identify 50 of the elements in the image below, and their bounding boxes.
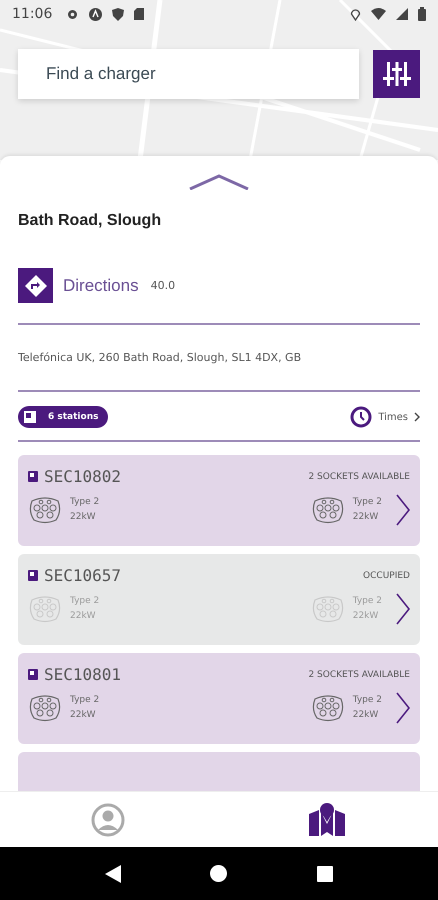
socket-info: Type 2 22kW [70, 694, 100, 722]
socket-info: Type 2 22kW [352, 694, 382, 722]
back-icon[interactable] [104, 864, 121, 882]
station-card[interactable]: SEC10657 OCCUPIED Type 2 22kW Type 2 22kW [18, 554, 420, 645]
socket-info: Type 2 22kW [70, 595, 100, 623]
chevron-right-icon[interactable] [396, 593, 410, 625]
chevron-right-icon[interactable] [396, 494, 410, 526]
battery-icon [418, 7, 426, 21]
sd-card-icon [134, 8, 144, 20]
directions-link[interactable]: Directions [63, 276, 139, 296]
plug-socket-icon [28, 693, 62, 723]
plug-socket-icon [310, 594, 345, 624]
shield-icon [112, 8, 124, 20]
home-icon[interactable] [210, 865, 228, 882]
chevron-up-icon[interactable] [189, 174, 249, 190]
station-id: SEC10657 [44, 566, 122, 585]
plug-socket-icon [310, 693, 345, 723]
station-status: OCCUPIED [363, 570, 410, 580]
plug-socket-icon [28, 495, 62, 525]
clock-icon[interactable] [350, 406, 372, 428]
signal-icon [396, 8, 408, 20]
stations-badge[interactable]: 6 stations [18, 406, 108, 428]
app-icon [89, 8, 102, 20]
station-card[interactable]: SEC10802 2 SOCKETS AVAILABLE Type 2 22kW Type 2 22kW [18, 455, 420, 546]
search-field[interactable]: Find a charger [18, 49, 359, 99]
map-icon[interactable] [307, 802, 347, 838]
filter-button[interactable] [373, 50, 420, 98]
station-id: SEC10801 [44, 665, 122, 684]
recents-icon[interactable] [317, 866, 334, 882]
plug-socket-icon [28, 594, 62, 624]
station-id: SEC10802 [44, 467, 122, 486]
station-card[interactable]: SEC10801 2 SOCKETS AVAILABLE Type 2 22kW Type 2 22kW [18, 653, 420, 744]
wifi-icon [371, 8, 386, 20]
socket-info: Type 2 22kW [352, 496, 382, 524]
distance: 40.0 [150, 279, 176, 292]
directions-icon[interactable] [18, 268, 53, 303]
status-time: 11:06 [12, 6, 52, 22]
address-text: Telefónica UK, 260 Bath Road, Slough, SL1 4DX, GB [18, 325, 420, 392]
stations-count: 6 stations [48, 412, 98, 422]
socket-info: Type 2 22kW [352, 595, 382, 623]
location-icon [350, 8, 361, 20]
station-status: 2 SOCKETS AVAILABLE [308, 670, 410, 680]
sliders-icon [382, 59, 412, 89]
plug-socket-icon [310, 495, 345, 525]
chevron-right-icon[interactable] [414, 412, 420, 422]
location-title: Bath Road, Slough [18, 212, 162, 230]
chevron-right-icon[interactable] [396, 692, 410, 724]
station-status: 2 SOCKETS AVAILABLE [308, 472, 410, 482]
socket-info: Type 2 22kW [70, 496, 100, 524]
times-link[interactable]: Times [378, 412, 408, 422]
